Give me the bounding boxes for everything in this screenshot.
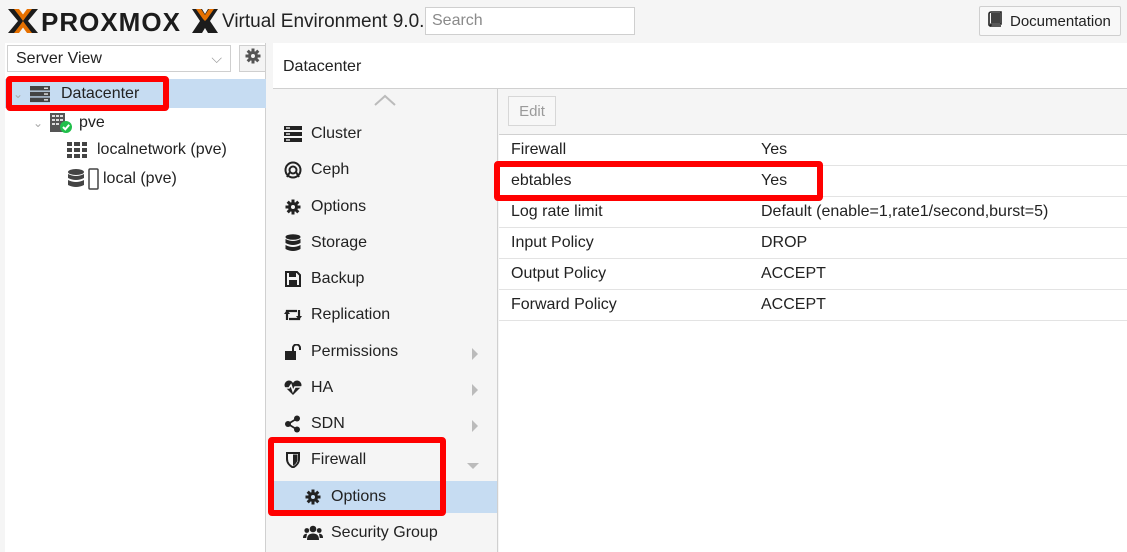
property-key: Firewall bbox=[511, 141, 567, 158]
gear-icon bbox=[303, 487, 323, 507]
menu-item-firewall[interactable]: Firewall bbox=[273, 444, 497, 476]
menu-item-cluster[interactable]: Cluster bbox=[273, 118, 497, 150]
logo-wordmark: PROXMOX bbox=[41, 7, 181, 35]
caret-right-icon bbox=[471, 347, 479, 365]
tree-node-datacenter[interactable]: ⌄ Datacenter bbox=[5, 79, 266, 108]
menu-item-sdn[interactable]: SDN bbox=[273, 408, 497, 440]
menu-item-label: SDN bbox=[311, 415, 345, 432]
book-icon bbox=[988, 11, 1002, 31]
menu-item-label: Firewall bbox=[311, 451, 367, 468]
property-key: ebtables bbox=[511, 172, 572, 189]
menu-item-label: Backup bbox=[311, 270, 365, 287]
property-value: Default (enable=1,rate1/second,burst=5) bbox=[761, 203, 1049, 220]
menu-item-label: HA bbox=[311, 379, 334, 396]
property-row-ebtables[interactable]: ebtables Yes bbox=[499, 166, 1127, 197]
edit-button[interactable]: Edit bbox=[508, 96, 556, 126]
menu-item-label: Permissions bbox=[311, 343, 399, 360]
documentation-button[interactable]: Documentation bbox=[979, 6, 1121, 36]
menu-item-ha[interactable]: HA bbox=[273, 372, 497, 404]
menu-item-backup[interactable]: Backup bbox=[273, 263, 497, 295]
firewall-options-panel: Edit Firewall Yes ebtables Yes Log rate … bbox=[499, 89, 1127, 552]
property-row-input-policy[interactable]: Input Policy DROP bbox=[499, 228, 1127, 259]
menu-item-label: Security Group bbox=[331, 524, 438, 541]
tree-node-label: localnetwork (pve) bbox=[97, 140, 227, 158]
server-rack-icon bbox=[29, 85, 51, 103]
property-value: ACCEPT bbox=[761, 265, 826, 282]
menu-item-permissions[interactable]: Permissions bbox=[273, 336, 497, 368]
view-selector[interactable]: Server View ⌵ bbox=[7, 45, 231, 72]
gear-icon bbox=[245, 48, 261, 69]
shield-icon bbox=[283, 450, 303, 470]
property-value: Yes bbox=[761, 172, 788, 189]
property-key: Input Policy bbox=[511, 234, 594, 251]
menu-item-security-group[interactable]: Security Group bbox=[273, 517, 497, 549]
page-title: Datacenter bbox=[273, 43, 1127, 89]
floppy-icon bbox=[283, 269, 303, 289]
tree-node-localnetwork[interactable]: localnetwork (pve) bbox=[5, 135, 266, 164]
property-row-output-policy[interactable]: Output Policy ACCEPT bbox=[499, 259, 1127, 290]
search-input[interactable] bbox=[425, 7, 635, 35]
menu-item-ceph[interactable]: Ceph bbox=[273, 154, 497, 186]
proxmox-logo[interactable]: PROXMOX bbox=[6, 7, 218, 37]
menu-item-label: Options bbox=[311, 198, 367, 215]
caret-right-icon bbox=[471, 383, 479, 401]
retweet-icon bbox=[283, 305, 303, 325]
property-key: Log rate limit bbox=[511, 203, 603, 220]
database-icon bbox=[67, 167, 99, 190]
datacenter-menu: Cluster Ceph Options Storage Backup Repl… bbox=[273, 89, 498, 552]
node-server-icon bbox=[49, 112, 73, 134]
chevron-down-icon: ⌄ bbox=[32, 115, 44, 130]
menu-item-label: Ceph bbox=[311, 161, 350, 178]
toolbar: Edit bbox=[499, 89, 1127, 135]
cluster-icon bbox=[283, 124, 303, 144]
property-key: Output Policy bbox=[511, 265, 607, 282]
menu-item-replication[interactable]: Replication bbox=[273, 299, 497, 331]
property-value: DROP bbox=[761, 234, 808, 251]
share-icon bbox=[283, 414, 303, 434]
product-version: Virtual Environment 9.0.5 bbox=[222, 11, 435, 32]
ceph-icon bbox=[283, 160, 303, 180]
property-key: Forward Policy bbox=[511, 296, 617, 313]
tree-node-pve[interactable]: ⌄ pve bbox=[5, 108, 266, 137]
grid-icon bbox=[67, 141, 87, 158]
unlock-icon bbox=[283, 342, 303, 362]
documentation-label: Documentation bbox=[1010, 12, 1111, 30]
menu-item-storage[interactable]: Storage bbox=[273, 227, 497, 259]
users-icon bbox=[303, 523, 323, 543]
caret-right-icon bbox=[471, 419, 479, 437]
menu-item-options[interactable]: Options bbox=[273, 191, 497, 223]
menu-item-label: Storage bbox=[311, 234, 368, 251]
resource-tree-panel: Server View ⌵ ⌄ Datacenter ⌄ pve localne… bbox=[5, 43, 266, 552]
property-value: Yes bbox=[761, 141, 788, 158]
tree-node-label: local (pve) bbox=[103, 169, 177, 187]
header: PROXMOX Virtual Environment 9.0.5 Docume… bbox=[0, 0, 1127, 43]
tree-settings-button[interactable] bbox=[239, 45, 266, 72]
chevron-down-icon: ⌄ bbox=[12, 86, 24, 101]
caret-down-icon bbox=[467, 457, 479, 475]
property-row-log-rate-limit[interactable]: Log rate limit Default (enable=1,rate1/s… bbox=[499, 197, 1127, 228]
property-row-forward-policy[interactable]: Forward Policy ACCEPT bbox=[499, 290, 1127, 321]
tree-node-label: Datacenter bbox=[61, 84, 140, 102]
chevron-down-icon: ⌵ bbox=[211, 50, 222, 66]
menu-item-label: Options bbox=[331, 488, 387, 505]
view-selector-value: Server View bbox=[16, 50, 102, 67]
gear-icon bbox=[283, 197, 303, 217]
chevron-up-icon[interactable] bbox=[373, 93, 397, 107]
menu-item-firewall-options[interactable]: Options bbox=[273, 481, 497, 513]
menu-item-label: Cluster bbox=[311, 125, 362, 142]
heartbeat-icon bbox=[283, 378, 303, 398]
tree-node-local-storage[interactable]: local (pve) bbox=[5, 164, 266, 193]
tree-node-label: pve bbox=[79, 113, 105, 131]
menu-item-label: Replication bbox=[311, 306, 391, 323]
property-row-firewall[interactable]: Firewall Yes bbox=[499, 135, 1127, 166]
property-value: ACCEPT bbox=[761, 296, 826, 313]
database-icon bbox=[283, 233, 303, 253]
